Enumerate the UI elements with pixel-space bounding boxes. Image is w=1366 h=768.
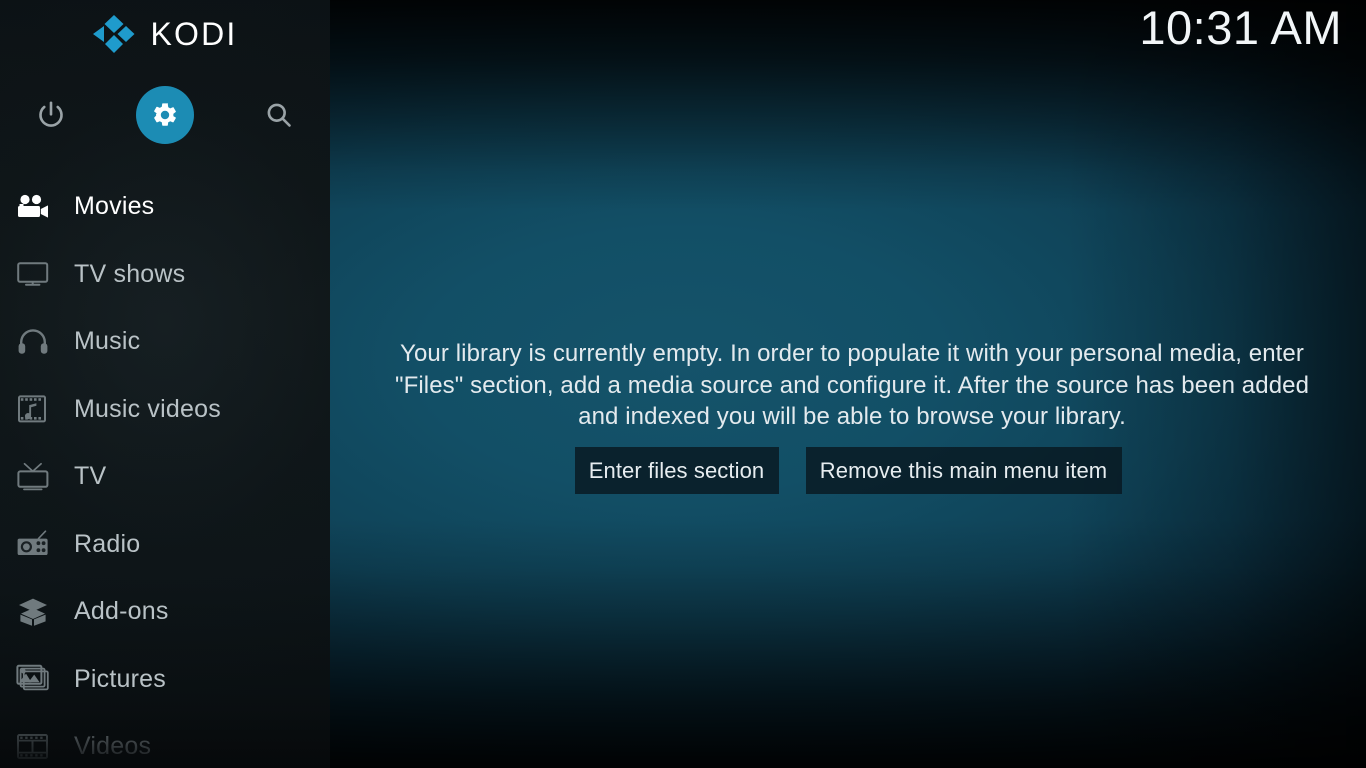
sidebar-item-label: Radio — [74, 529, 141, 558]
sidebar-top-actions — [0, 86, 330, 144]
sidebar-item-label: Videos — [74, 732, 152, 761]
enter-files-section-button[interactable]: Enter files section — [574, 447, 779, 494]
empty-library-message: Your library is currently empty. In orde… — [394, 340, 1310, 430]
sidebar-item-label: Movies — [74, 192, 155, 221]
headphones-icon — [10, 328, 56, 356]
sidebar-item-tv-shows[interactable]: TV shows — [0, 241, 330, 309]
kodi-home-screen: 10:31 AM Your library is currently empty… — [0, 0, 1366, 768]
gear-icon — [154, 103, 176, 126]
movie-camera-icon — [10, 193, 56, 221]
search-button[interactable] — [250, 86, 308, 144]
sidebar-item-videos[interactable]: Videos — [0, 713, 330, 768]
tv-antenna-icon — [10, 462, 56, 492]
sidebar-item-movies[interactable]: Movies — [0, 173, 330, 241]
sidebar-item-label: Music videos — [74, 394, 221, 423]
sidebar-item-tv[interactable]: TV — [0, 443, 330, 511]
sidebar-item-pictures[interactable]: Pictures — [0, 646, 330, 714]
sidebar-item-music[interactable]: Music — [0, 308, 330, 376]
pictures-icon — [10, 664, 56, 694]
app-logo: KODI — [0, 14, 330, 54]
action-button-row: Enter files section Remove this main men… — [330, 447, 1366, 494]
sidebar-item-add-ons[interactable]: Add-ons — [0, 578, 330, 646]
film-strip-icon — [10, 732, 56, 762]
search-icon — [267, 103, 291, 127]
television-icon — [10, 260, 56, 288]
main-menu: Movies TV shows Music Music videos TV Ra… — [0, 173, 330, 768]
sidebar-item-label: Music — [74, 327, 141, 356]
remove-main-menu-item-button[interactable]: Remove this main menu item — [805, 447, 1122, 494]
sidebar: KODI Movies TV shows Music Music videos … — [0, 0, 330, 768]
sidebar-item-label: TV shows — [74, 259, 186, 288]
sidebar-item-radio[interactable]: Radio — [0, 511, 330, 579]
power-icon — [39, 101, 63, 127]
app-name: KODI — [150, 15, 238, 52]
sidebar-item-label: Add-ons — [74, 597, 169, 626]
sidebar-item-music-videos[interactable]: Music videos — [0, 376, 330, 444]
sidebar-item-label: Pictures — [74, 664, 166, 693]
power-button[interactable] — [22, 86, 80, 144]
kodi-logo-icon — [93, 15, 135, 53]
addons-box-icon — [10, 597, 56, 627]
music-film-icon — [10, 394, 56, 424]
main-content: Your library is currently empty. In orde… — [330, 0, 1366, 768]
radio-icon — [10, 529, 56, 559]
settings-button[interactable] — [136, 86, 194, 144]
sidebar-item-label: TV — [74, 462, 107, 491]
